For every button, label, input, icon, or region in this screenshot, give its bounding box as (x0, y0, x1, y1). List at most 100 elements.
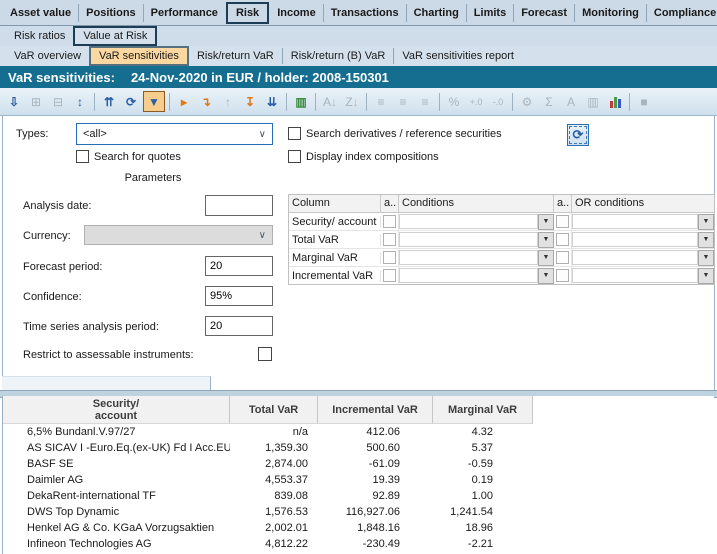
header-security-account[interactable]: Security/ account (3, 396, 230, 424)
new-window-icon[interactable]: ⇈ (99, 92, 119, 112)
fit-height-icon[interactable]: ↕ (70, 92, 90, 112)
options-icon: ⚙ (517, 92, 537, 112)
tab-var-sensitivities-report[interactable]: VaR sensitivities report (393, 48, 522, 64)
condition-dropdown-button[interactable]: ▼ (538, 214, 554, 230)
table-row[interactable]: Infineon Technologies AG 4,812.22 -230.4… (3, 536, 714, 552)
drill-down-icon[interactable]: ↴ (196, 92, 216, 112)
export-icon[interactable]: ⇩ (4, 92, 24, 112)
or-dropdown-button[interactable]: ▼ (698, 232, 714, 248)
percent-icon: % (444, 92, 464, 112)
table-row[interactable]: 6,5% Bundanl.V.97/27 n/a 412.06 4.32 (3, 424, 714, 440)
col-header-conditions: Conditions (399, 195, 554, 212)
refresh-icon: ⟳ (573, 127, 584, 143)
or-condition-field[interactable] (572, 214, 698, 229)
analysis-date-label: Analysis date: (23, 200, 91, 212)
refresh-icon[interactable]: ⟳ (121, 92, 141, 112)
table-row[interactable]: AS SICAV I -Euro.Eq.(ex-UK) Fd I Acc.EUR… (3, 440, 714, 456)
cell-marginal-var: -0.59 (433, 458, 533, 470)
search-quotes-checkbox-row: Search for quotes (76, 150, 181, 163)
and-checkbox[interactable] (381, 249, 399, 266)
filter-icon[interactable]: ▼ (143, 91, 165, 112)
header-line: Incremental VaR (332, 404, 418, 416)
chart-icon-bars (610, 96, 621, 108)
tab-performance[interactable]: Performance (143, 4, 225, 22)
freeze-columns-icon[interactable]: ▥ (291, 92, 311, 112)
cell-marginal-var: -2.21 (433, 538, 533, 550)
chart-icon[interactable] (605, 92, 625, 112)
goto-detail-icon[interactable]: ▸ (174, 92, 194, 112)
chevron-down-icon: ∨ (259, 129, 266, 140)
condition-dropdown-button[interactable]: ▼ (538, 268, 554, 284)
condition-dropdown-button[interactable]: ▼ (538, 232, 554, 248)
condition-dropdown-button[interactable]: ▼ (538, 250, 554, 266)
toolbar-separator (286, 93, 287, 111)
tab-compliance[interactable]: Compliance (646, 4, 717, 22)
tab-charting[interactable]: Charting (406, 4, 466, 22)
tab-forecast[interactable]: Forecast (513, 4, 574, 22)
confidence-field[interactable] (205, 286, 273, 306)
condition-row-total-var: Total VaR ▼ ▼ (289, 231, 714, 249)
table-row[interactable]: BASF SE 2,874.00 -61.09 -0.59 (3, 456, 714, 472)
analysis-date-field[interactable] (205, 195, 273, 216)
and-checkbox[interactable] (554, 249, 572, 266)
restrict-instruments-checkbox[interactable] (258, 347, 272, 361)
table-row[interactable]: Henkel AG & Co. KGaA Vorzugsaktien 2,002… (3, 520, 714, 536)
header-total-var[interactable]: Total VaR (230, 396, 318, 424)
header-marginal-var[interactable]: Marginal VaR (433, 396, 533, 424)
insert-row-icon[interactable]: ↧ (240, 92, 260, 112)
tab-risk-return-b-var[interactable]: Risk/return (B) VaR (282, 48, 394, 64)
cell-security: BASF SE (3, 458, 230, 470)
tab-positions[interactable]: Positions (78, 4, 143, 22)
tab-monitoring[interactable]: Monitoring (574, 4, 646, 22)
apply-refresh-button[interactable]: ⟳ (567, 124, 589, 146)
or-condition-field[interactable] (572, 232, 698, 247)
cell-total-var: 4,812.22 (230, 538, 318, 550)
table-row[interactable]: Daimler AG 4,553.37 19.39 0.19 (3, 472, 714, 488)
search-quotes-checkbox[interactable] (76, 150, 89, 163)
tab-transactions[interactable]: Transactions (323, 4, 406, 22)
tab-limits[interactable]: Limits (466, 4, 513, 22)
tab-value-at-risk[interactable]: Value at Risk (73, 26, 157, 46)
tab-asset-value[interactable]: Asset value (3, 4, 78, 22)
table-row[interactable]: DWS Top Dynamic 1,576.53 116,927.06 1,24… (3, 504, 714, 520)
and-checkbox[interactable] (381, 231, 399, 248)
condition-field[interactable] (399, 214, 538, 229)
tab-var-sensitivities[interactable]: VaR sensitivities (89, 46, 189, 66)
toolbar-separator (439, 93, 440, 111)
table-row[interactable]: DekaRent-international TF 839.08 92.89 1… (3, 488, 714, 504)
cell-total-var: 1,576.53 (230, 506, 318, 518)
forecast-period-field[interactable] (205, 256, 273, 276)
tab-risk[interactable]: Risk (226, 2, 269, 24)
types-select[interactable]: <all> ∨ (76, 123, 273, 145)
and-checkbox[interactable] (554, 231, 572, 248)
and-checkbox[interactable] (554, 267, 572, 284)
or-dropdown-button[interactable]: ▼ (698, 268, 714, 284)
condition-field[interactable] (399, 268, 538, 283)
or-condition-field[interactable] (572, 268, 698, 283)
tab-risk-return-var[interactable]: Risk/return VaR (189, 48, 282, 64)
font-icon: A (561, 92, 581, 112)
header-incremental-var[interactable]: Incremental VaR (318, 396, 433, 424)
condition-field[interactable] (399, 250, 538, 265)
and-checkbox[interactable] (381, 267, 399, 284)
header-line: account (95, 410, 137, 422)
display-index-checkbox[interactable] (288, 150, 301, 163)
condition-grid: Column a.. Conditions a.. OR conditions … (288, 194, 715, 285)
timeseries-period-field[interactable] (205, 316, 273, 336)
tab-risk-ratios[interactable]: Risk ratios (6, 28, 73, 44)
tab-var-overview[interactable]: VaR overview (6, 48, 89, 64)
insert-column-icon[interactable]: ⇊ (262, 92, 282, 112)
condition-row-label: Marginal VaR (289, 252, 381, 264)
or-dropdown-button[interactable]: ▼ (698, 250, 714, 266)
sort-za-icon: Z↓ (342, 92, 362, 112)
or-condition-field[interactable] (572, 250, 698, 265)
cell-total-var: n/a (230, 426, 318, 438)
or-dropdown-button[interactable]: ▼ (698, 214, 714, 230)
search-derivatives-checkbox[interactable] (288, 127, 301, 140)
search-derivatives-checkbox-row: Search derivatives / reference securitie… (288, 127, 502, 140)
and-checkbox[interactable] (554, 213, 572, 230)
condition-field[interactable] (399, 232, 538, 247)
tab-income[interactable]: Income (270, 4, 323, 22)
search-quotes-label: Search for quotes (94, 151, 181, 163)
and-checkbox[interactable] (381, 213, 399, 230)
